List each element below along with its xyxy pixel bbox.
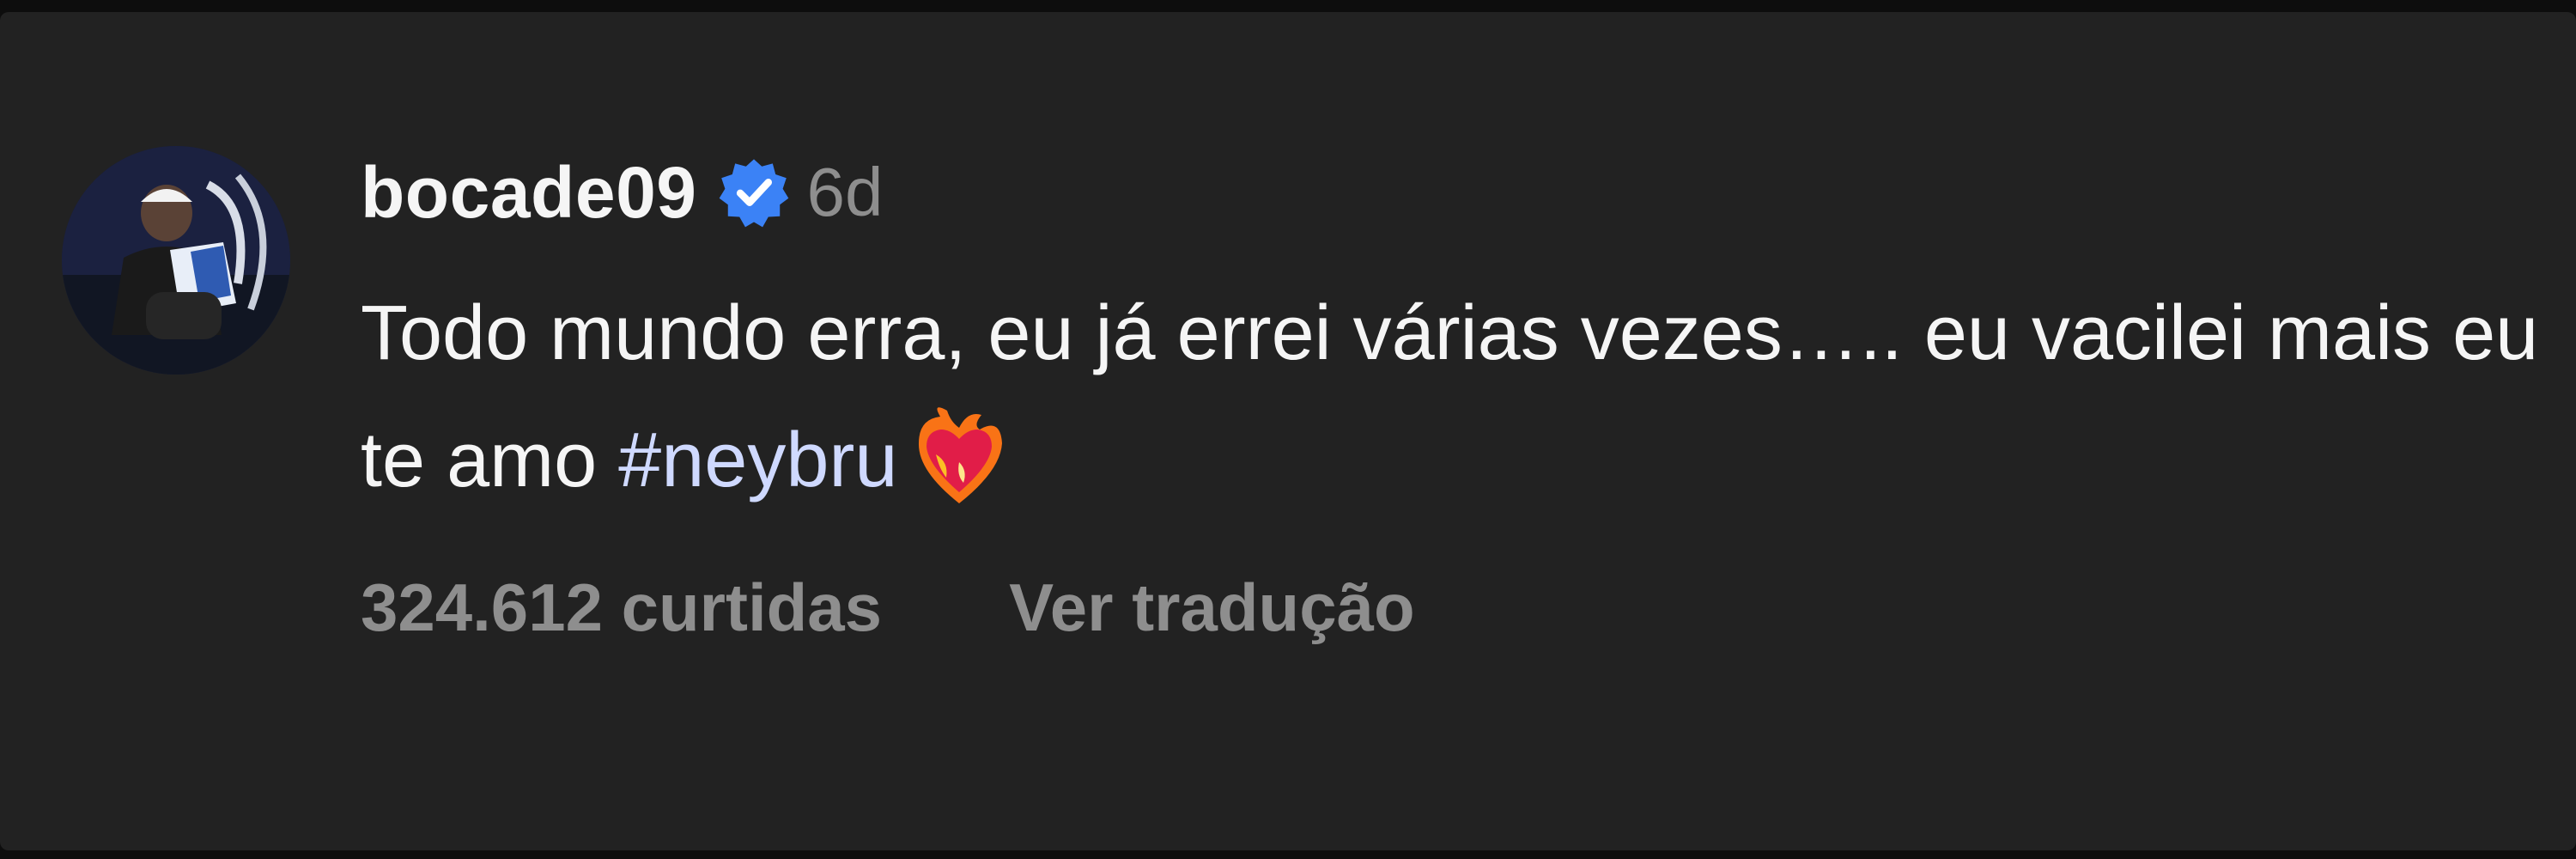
comment-timestamp: 6d: [806, 154, 884, 230]
hashtag-link[interactable]: #neybru: [618, 417, 897, 503]
screenshot-frame: bocade09 6d Todo mundo erra, eu já errei…: [0, 0, 2576, 859]
comment-header: bocade09 6d: [361, 141, 2559, 244]
username-link[interactable]: bocade09: [361, 156, 697, 228]
avatar[interactable]: [62, 146, 290, 375]
comment-content: bocade09 6d Todo mundo erra, eu já errei…: [361, 141, 2559, 641]
avatar-image: [62, 146, 290, 375]
comment-caption: Todo mundo erra, eu já errei várias veze…: [361, 270, 2559, 524]
comment-footer: 324.612 curtidas Ver tradução: [361, 574, 2559, 641]
heart-on-fire-emoji: [906, 402, 1012, 515]
translate-button[interactable]: Ver tradução: [1009, 574, 1415, 641]
comment-panel: bocade09 6d Todo mundo erra, eu já errei…: [0, 12, 2576, 850]
likes-count-button[interactable]: 324.612 curtidas: [361, 574, 882, 641]
verified-badge-icon: [718, 156, 790, 228]
